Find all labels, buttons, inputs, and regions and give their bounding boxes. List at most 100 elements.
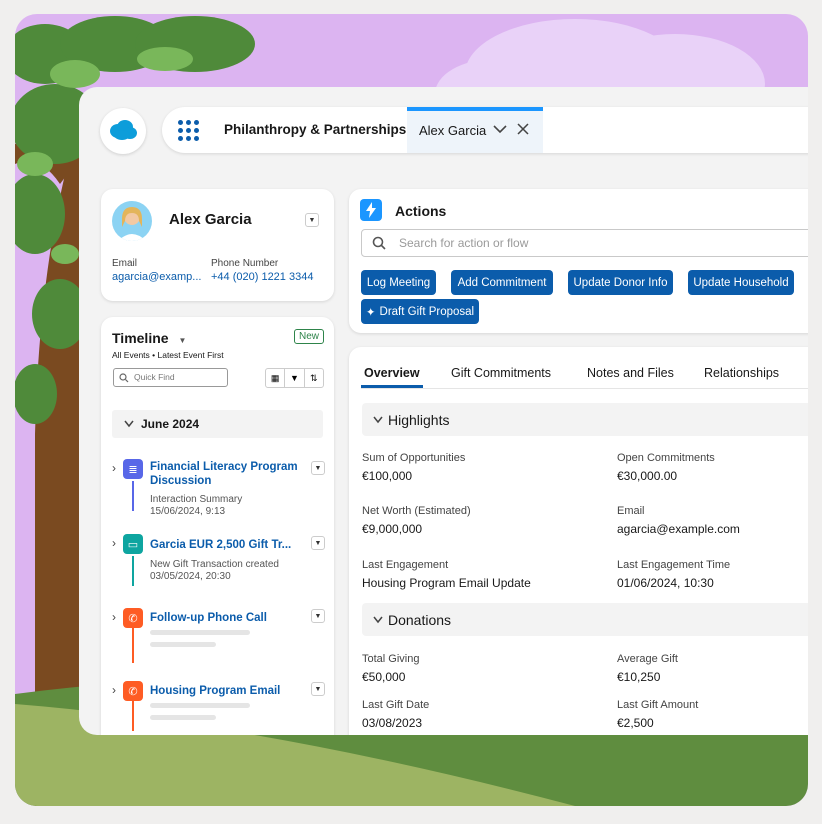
tab-gift-commitments[interactable]: Gift Commitments — [451, 366, 551, 380]
email-link[interactable]: agarcia@examp... — [112, 271, 201, 283]
update-donor-info-button[interactable]: Update Donor Info — [568, 270, 673, 295]
month-header[interactable]: June 2024 — [112, 410, 323, 438]
last-engagement-link[interactable]: Housing Program Email Update — [362, 576, 531, 590]
timeline-line — [132, 628, 134, 663]
timeline-line — [132, 556, 134, 586]
placeholder-bar — [150, 642, 216, 647]
timeline-item-title[interactable]: Garcia EUR 2,500 Gift Tr... — [150, 538, 300, 552]
highlights-section-header[interactable]: Highlights — [362, 403, 808, 436]
profile-menu-button[interactable]: ▼ — [305, 213, 319, 227]
field-value: €100,000 — [362, 469, 413, 483]
field-last-gift-date: Last Gift Date 03/08/2023 — [362, 699, 429, 732]
timeline-item-title[interactable]: Financial Literacy Program Discussion — [150, 460, 300, 488]
item-menu-button[interactable]: ▼ — [311, 682, 325, 696]
timeline-line — [132, 701, 134, 731]
app-launcher-icon[interactable] — [178, 120, 200, 142]
field-value: 03/08/2023 — [362, 716, 423, 730]
timeline-title-text: Timeline — [112, 330, 169, 346]
quick-find-input[interactable]: Quick Find — [113, 368, 228, 387]
field-value: €10,250 — [617, 670, 661, 684]
timeline-card: Timeline ▼ New All Events • Latest Event… — [101, 317, 334, 735]
timeline-filter-text: All Events • Latest Event First — [112, 350, 224, 360]
salesforce-cloud-icon — [110, 120, 137, 140]
record-detail-card: Overview Gift Commitments Notes and File… — [349, 347, 808, 735]
field-net-worth: Net Worth (Estimated) €9,000,000 — [362, 505, 471, 538]
item-menu-button[interactable]: ▼ — [311, 609, 325, 623]
actions-card: Actions Search for action or flow Log Me… — [349, 189, 808, 333]
tab-notes-and-files[interactable]: Notes and Files — [587, 366, 674, 380]
highlights-title: Highlights — [388, 412, 450, 428]
phone-icon: ✆ — [123, 608, 143, 628]
background-frame: Philanthropy & Partnerships Alex Garcia … — [15, 14, 808, 806]
lightning-icon — [360, 199, 382, 221]
field-value: 01/06/2024, 10:30 — [617, 576, 714, 590]
timeline-line — [132, 481, 134, 511]
timeline-item-title[interactable]: Follow-up Phone Call — [150, 611, 267, 625]
placeholder-bar — [150, 630, 250, 635]
timeline-title: Timeline ▼ — [112, 330, 186, 346]
chevron-right-icon[interactable]: › — [112, 536, 116, 550]
field-last-engagement: Last Engagement Housing Program Email Up… — [362, 559, 531, 592]
chevron-down-icon[interactable]: ▼ — [178, 336, 186, 345]
log-meeting-button[interactable]: Log Meeting — [361, 270, 436, 295]
field-last-gift-amount: Last Gift Amount €2,500 — [617, 699, 698, 732]
app-window: Philanthropy & Partnerships Alex Garcia … — [79, 87, 808, 735]
field-value: €30,000.00 — [617, 469, 678, 483]
active-tab-indicator — [361, 385, 423, 388]
field-label: Last Gift Amount — [617, 699, 699, 711]
month-label: June 2024 — [141, 417, 200, 431]
tab-label: Alex Garcia — [419, 123, 487, 138]
donations-title: Donations — [388, 612, 452, 628]
placeholder-bar — [150, 715, 216, 720]
close-icon[interactable] — [517, 120, 529, 140]
actions-title: Actions — [395, 203, 447, 219]
field-label: Last Engagement — [362, 559, 449, 571]
search-icon — [372, 236, 386, 250]
add-commitment-button[interactable]: Add Commitment — [451, 270, 553, 295]
chevron-right-icon[interactable]: › — [112, 610, 116, 624]
document-icon: ≣ — [123, 459, 143, 479]
sort-icon[interactable]: ⇅ — [305, 369, 323, 387]
timeline-item-title[interactable]: Housing Program Email — [150, 684, 280, 698]
phone-link[interactable]: +44 (020) 1221 3344 — [211, 271, 313, 283]
field-average-gift: Average Gift €10,250 — [617, 653, 678, 686]
calendar-icon[interactable]: ▦ — [266, 369, 286, 387]
item-menu-button[interactable]: ▼ — [311, 536, 325, 550]
search-icon — [119, 373, 129, 383]
field-label: Email — [617, 505, 645, 517]
field-sum-of-opportunities: Sum of Opportunities €100,000 — [362, 452, 465, 485]
app-name: Philanthropy & Partnerships — [224, 122, 407, 137]
filter-icon[interactable]: ▼ — [285, 369, 305, 387]
item-menu-button[interactable]: ▼ — [311, 461, 325, 475]
draft-gift-proposal-button[interactable]: ✦ Draft Gift Proposal — [361, 299, 479, 324]
tab-overview[interactable]: Overview — [364, 366, 420, 380]
action-search-input[interactable]: Search for action or flow — [361, 229, 808, 257]
tab-alex-garcia[interactable]: Alex Garcia — [407, 107, 543, 153]
money-icon: ▭ — [123, 534, 143, 554]
record-tabs: Overview Gift Commitments Notes and File… — [361, 347, 808, 389]
profile-card: Alex Garcia ▼ Email agarcia@examp... Pho… — [101, 189, 334, 301]
phone-icon: ✆ — [123, 681, 143, 701]
chevron-right-icon[interactable]: › — [112, 683, 116, 697]
contact-name: Alex Garcia — [169, 211, 252, 228]
avatar — [112, 201, 152, 241]
chevron-right-icon[interactable]: › — [112, 461, 116, 475]
chevron-down-icon[interactable] — [493, 123, 507, 137]
update-household-button[interactable]: Update Household — [688, 270, 794, 295]
new-button[interactable]: New — [294, 329, 325, 344]
field-value: €50,000 — [362, 670, 406, 684]
field-label: Total Giving — [362, 653, 420, 665]
email-label: Email — [112, 258, 138, 269]
nav-bar: Philanthropy & Partnerships Alex Garcia — [162, 107, 808, 153]
chevron-down-icon — [124, 420, 134, 428]
email-value-link[interactable]: agarcia@example.com — [617, 522, 740, 536]
field-label: Open Commitments — [617, 452, 715, 464]
tab-relationships[interactable]: Relationships — [704, 366, 779, 380]
donations-section-header[interactable]: Donations — [362, 603, 808, 636]
chevron-down-icon — [373, 416, 383, 424]
salesforce-logo[interactable] — [100, 108, 146, 154]
field-last-engagement-time: Last Engagement Time 01/06/2024, 10:30 — [617, 559, 730, 592]
field-label: Sum of Opportunities — [362, 452, 466, 464]
field-label: Last Gift Date — [362, 699, 430, 711]
sparkle-icon: ✦ — [365, 306, 376, 319]
